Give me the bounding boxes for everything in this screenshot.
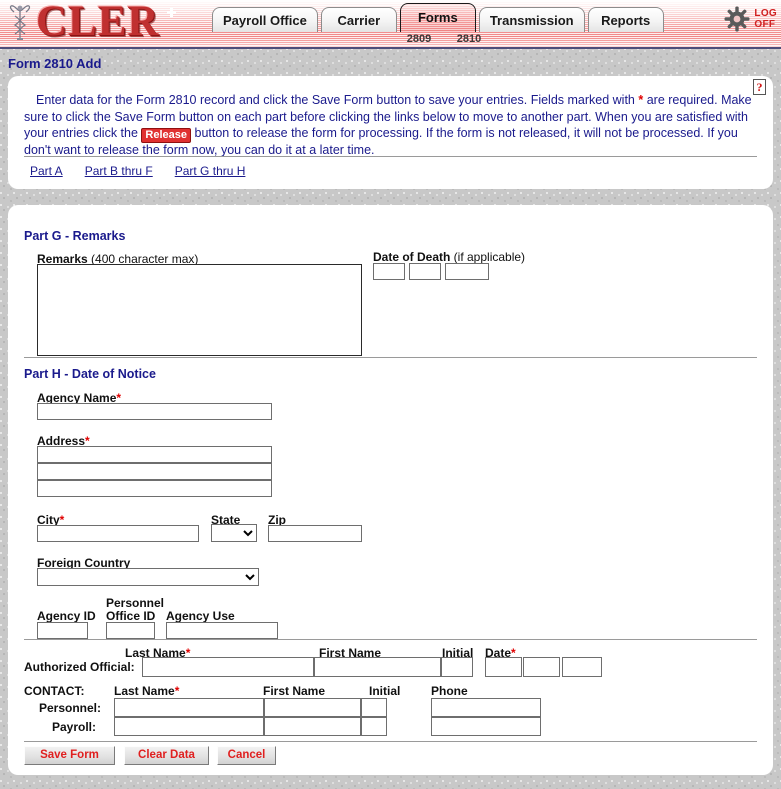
- date-of-death-label: Date of Death (if applicable): [373, 250, 525, 264]
- medical-cross-icon: [167, 8, 176, 17]
- city-input[interactable]: [37, 525, 199, 542]
- header-actions: LOG OFF: [724, 6, 777, 32]
- section-title-part-g: Part G - Remarks: [24, 229, 126, 243]
- instructions-panel: ? Enter data for the Form 2810 record an…: [8, 76, 773, 189]
- link-part-g-thru-h[interactable]: Part G thru H: [175, 164, 246, 178]
- dod-year-input[interactable]: [445, 263, 489, 280]
- personnel-office-id-label-line2: Office ID: [106, 609, 156, 623]
- tab-forms[interactable]: Forms: [399, 3, 476, 32]
- payroll-first-name-input[interactable]: [264, 717, 361, 736]
- payroll-last-name-input[interactable]: [114, 717, 264, 736]
- personnel-initial-input[interactable]: [361, 698, 387, 717]
- foreign-country-select[interactable]: [37, 568, 259, 586]
- app-header-banner: CLER Payroll Office Carrier Forms Transm…: [0, 0, 781, 49]
- payroll-phone-input[interactable]: [431, 717, 541, 736]
- app-logo-text: CLER: [36, 0, 160, 45]
- agency-id-label: Agency ID: [37, 609, 96, 623]
- remarks-textarea[interactable]: [37, 264, 362, 356]
- log-off-line1: LOG: [754, 8, 777, 19]
- subtab-2810[interactable]: 2810: [444, 33, 494, 45]
- personnel-office-id-label-line1: Personnel: [106, 596, 165, 610]
- banner-divider: [0, 47, 781, 49]
- part-navigation-links: Part A Part B thru F Part G thru H: [30, 164, 267, 178]
- address-line3-input[interactable]: [37, 480, 272, 497]
- contact-last-name-label: Last Name*: [114, 684, 179, 698]
- agency-bottom-divider: [24, 639, 757, 640]
- auth-first-name-input[interactable]: [314, 657, 441, 677]
- contact-last-name-label-text: Last Name: [114, 684, 175, 698]
- auth-date-day-input[interactable]: [523, 657, 560, 677]
- link-part-b-thru-f[interactable]: Part B thru F: [85, 164, 153, 178]
- contact-initial-label: Initial: [369, 684, 401, 698]
- state-select[interactable]: [211, 524, 257, 542]
- forms-subtab-bar: 2809 2810: [394, 33, 524, 45]
- authorized-official-row-label: Authorized Official:: [24, 660, 135, 674]
- instructions-divider: [24, 156, 757, 157]
- dod-day-input[interactable]: [409, 263, 441, 280]
- auth-initial-input[interactable]: [441, 657, 473, 677]
- tab-payroll-office[interactable]: Payroll Office: [212, 7, 318, 32]
- personnel-office-id-label-2: Office ID: [106, 609, 155, 623]
- contact-first-name-label: First Name: [263, 684, 326, 698]
- agency-use-label: Agency Use: [166, 609, 235, 623]
- auth-date-year-input[interactable]: [562, 657, 602, 677]
- tab-reports[interactable]: Reports: [587, 7, 664, 32]
- help-icon[interactable]: ?: [753, 79, 767, 96]
- clear-data-button[interactable]: Clear Data: [124, 746, 209, 765]
- personnel-first-name-input[interactable]: [264, 698, 361, 717]
- tab-transmission[interactable]: Transmission: [478, 7, 585, 32]
- agency-id-input[interactable]: [37, 622, 88, 639]
- gear-icon[interactable]: [724, 6, 750, 32]
- contact-phone-label: Phone: [431, 684, 468, 698]
- zip-input[interactable]: [268, 525, 362, 542]
- contact-payroll-row-label: Payroll:: [52, 720, 97, 734]
- log-off-button[interactable]: LOG OFF: [754, 8, 777, 30]
- agency-name-input[interactable]: [37, 403, 272, 420]
- caduceus-icon: [9, 4, 31, 40]
- address-line1-input[interactable]: [37, 446, 272, 463]
- instructions-text: Enter data for the Form 2810 record and …: [24, 92, 754, 159]
- date-of-death-label-bold: Date of Death: [373, 250, 451, 264]
- app-logo: CLER: [6, 0, 159, 45]
- instructions-part-1: Enter data for the Form 2810 record and …: [36, 93, 639, 107]
- log-off-line2: OFF: [754, 19, 776, 30]
- main-tab-bar: Payroll Office Carrier Forms Transmissio…: [212, 3, 667, 32]
- page-title: Form 2810 Add: [8, 56, 102, 71]
- auth-date-month-input[interactable]: [485, 657, 522, 677]
- personnel-last-name-input[interactable]: [114, 698, 264, 717]
- personnel-phone-input[interactable]: [431, 698, 541, 717]
- personnel-office-id-label: Personnel: [106, 596, 164, 610]
- agency-use-input[interactable]: [166, 622, 278, 639]
- dod-month-input[interactable]: [373, 263, 405, 280]
- contact-bottom-divider: [24, 741, 757, 742]
- contact-personnel-row-label: Personnel:: [39, 701, 102, 715]
- svg-text:?: ?: [757, 80, 763, 94]
- contact-last-name-required-asterisk: *: [174, 684, 180, 698]
- date-of-death-label-sub: (if applicable): [450, 250, 526, 264]
- personnel-office-id-input[interactable]: [106, 622, 155, 639]
- save-form-button[interactable]: Save Form: [24, 746, 115, 765]
- payroll-initial-input[interactable]: [361, 717, 387, 736]
- address-line2-input[interactable]: [37, 463, 272, 480]
- subtab-2809[interactable]: 2809: [394, 33, 444, 45]
- link-part-a[interactable]: Part A: [30, 164, 63, 178]
- section-title-part-h: Part H - Date of Notice: [24, 367, 156, 381]
- cancel-button[interactable]: Cancel: [217, 746, 276, 765]
- auth-last-name-input[interactable]: [142, 657, 314, 677]
- part-g-bottom-divider: [24, 357, 757, 358]
- release-button-inline[interactable]: Release: [141, 128, 192, 143]
- contact-section-label: CONTACT:: [24, 684, 85, 698]
- tab-carrier[interactable]: Carrier: [320, 7, 397, 32]
- form-panel: Part G - Remarks Remarks (400 character …: [8, 205, 773, 775]
